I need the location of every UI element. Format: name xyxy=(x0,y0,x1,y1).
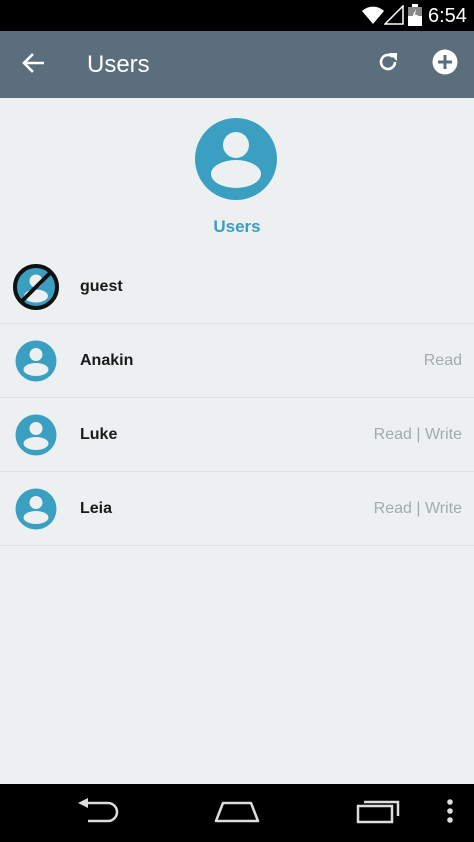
overflow-menu-button[interactable] xyxy=(444,798,456,828)
list-item-luke[interactable]: Luke Read | Write xyxy=(0,398,474,472)
add-circle-icon xyxy=(432,49,458,80)
page-title: Users xyxy=(87,51,150,78)
nav-back-icon xyxy=(76,797,120,829)
user-name: Leia xyxy=(80,500,113,517)
back-button[interactable] xyxy=(18,50,48,80)
refresh-icon xyxy=(376,50,400,79)
nav-recents-icon xyxy=(356,798,400,829)
user-permissions: Read | Write xyxy=(373,426,462,443)
user-list: guest Anakin Read Luke Read | Write Leia… xyxy=(0,250,474,546)
user-icon xyxy=(13,338,59,384)
back-arrow-icon xyxy=(22,52,45,78)
wifi-icon xyxy=(362,5,384,30)
guest-disabled-icon xyxy=(13,264,59,310)
overflow-menu-icon xyxy=(446,798,454,829)
add-user-button[interactable] xyxy=(429,48,461,80)
battery-icon xyxy=(408,4,422,31)
signal-icon xyxy=(383,4,404,30)
user-group-icon xyxy=(195,118,277,200)
header-label: Users xyxy=(213,217,261,236)
list-item-guest[interactable]: guest xyxy=(0,250,474,324)
nav-home-icon xyxy=(213,799,261,828)
status-bar: 6:54 xyxy=(0,0,474,31)
user-name: Anakin xyxy=(80,352,134,369)
user-name: guest xyxy=(80,278,123,295)
user-icon xyxy=(13,412,59,458)
user-name: Luke xyxy=(80,426,118,443)
system-nav-bar xyxy=(0,784,474,842)
user-permissions: Read xyxy=(423,352,462,369)
app-bar: Users xyxy=(0,31,474,98)
nav-recents-button[interactable] xyxy=(356,798,400,828)
list-item-anakin[interactable]: Anakin Read xyxy=(0,324,474,398)
nav-home-button[interactable] xyxy=(213,798,261,828)
list-item-leia[interactable]: Leia Read | Write xyxy=(0,472,474,546)
user-icon xyxy=(13,486,59,532)
user-permissions: Read | Write xyxy=(373,500,462,517)
refresh-button[interactable] xyxy=(372,48,404,80)
nav-back-button[interactable] xyxy=(75,797,121,829)
users-screen: 6:54 Users Users guest Anakin Read Luke … xyxy=(0,0,474,842)
status-time: 6:54 xyxy=(428,5,467,27)
